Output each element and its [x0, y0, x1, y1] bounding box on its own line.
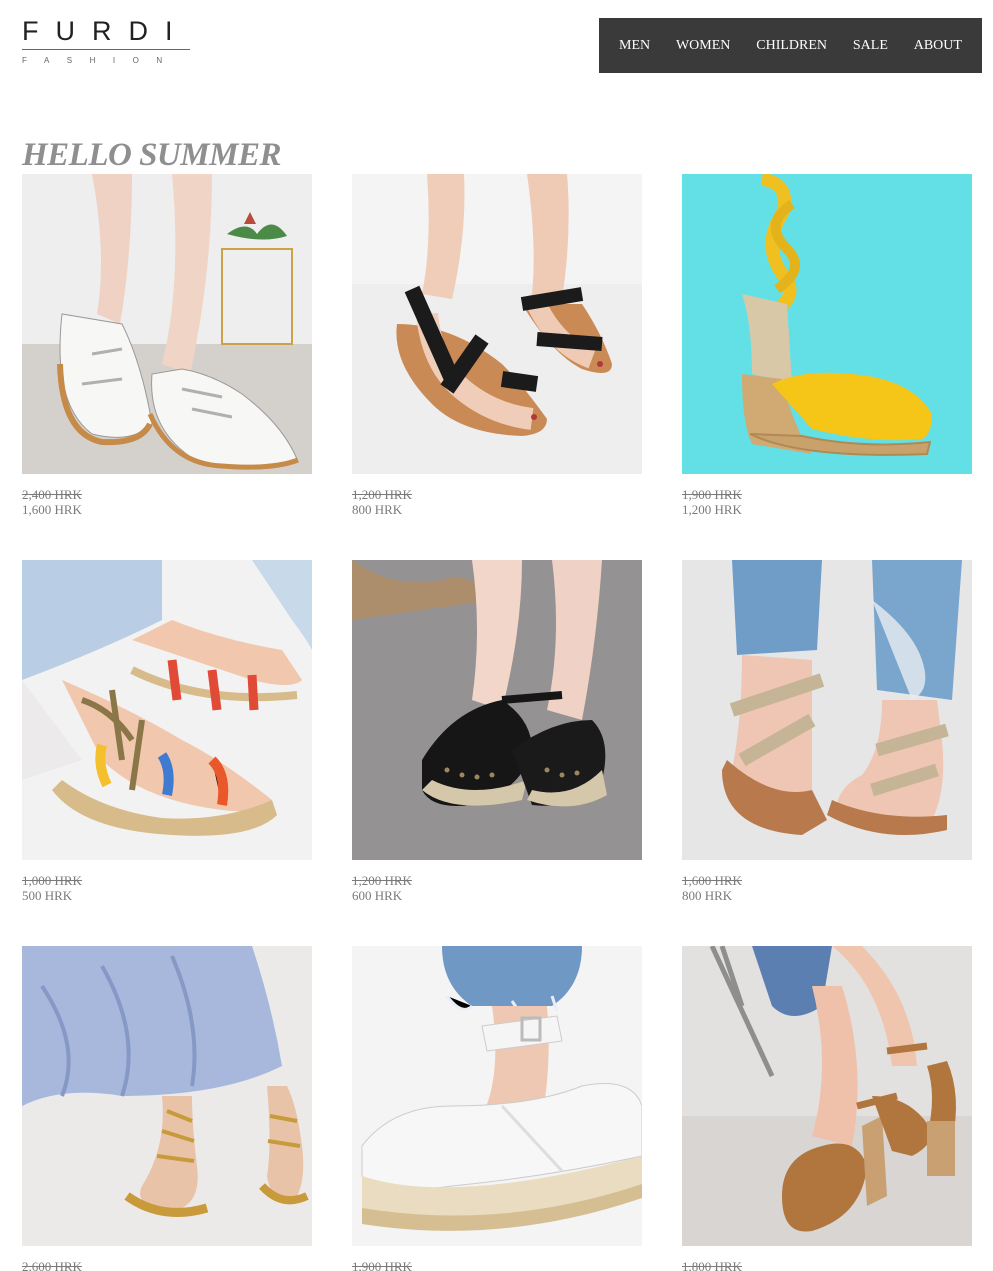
original-price: 2,600 HRK: [22, 1259, 82, 1271]
original-price: 1,000 HRK: [22, 873, 82, 888]
product-card[interactable]: 1,600 HRK 800 HRK: [682, 560, 972, 903]
product-photo-tan-block-heel-sandals[interactable]: [682, 946, 972, 1246]
brand-tagline: FASHION: [22, 56, 180, 65]
nav-item-men[interactable]: MEN: [619, 38, 650, 54]
product-card[interactable]: 1,900 HRK 1,200 HRK: [682, 174, 972, 517]
product-card[interactable]: 1,200 HRK 600 HRK: [352, 560, 642, 903]
sale-price: 1,600 HRK: [22, 502, 82, 517]
original-price: 2,400 HRK: [22, 487, 82, 502]
product-photo-rope-lace-up-sandals[interactable]: [22, 560, 312, 860]
original-price: 1,800 HRK: [682, 1259, 742, 1271]
nav-item-children[interactable]: CHILDREN: [756, 38, 827, 54]
sale-price: 1,200 HRK: [682, 502, 742, 517]
product-photo-black-espadrille-wedge[interactable]: [352, 560, 642, 860]
brand-logo[interactable]: FURDI FASHION: [22, 14, 190, 68]
product-card[interactable]: 1,200 HRK 800 HRK: [352, 174, 642, 517]
original-price: 1,200 HRK: [352, 487, 412, 502]
nav-item-sale[interactable]: SALE: [853, 38, 888, 54]
product-card[interactable]: 1,000 HRK 500 HRK: [22, 560, 312, 903]
product-photo-gold-gladiator-sandals[interactable]: [22, 946, 312, 1246]
product-card[interactable]: 1,900 HRK: [352, 946, 642, 1271]
nav-item-women[interactable]: WOMEN: [676, 38, 730, 54]
original-price: 1,600 HRK: [682, 873, 742, 888]
original-price: 1,900 HRK: [352, 1259, 412, 1271]
original-price: 1,200 HRK: [352, 873, 412, 888]
product-card[interactable]: 2,600 HRK: [22, 946, 312, 1271]
price-block: 2,400 HRK 1,600 HRK: [22, 487, 312, 517]
logo-divider: [22, 49, 190, 50]
price-block: 1,600 HRK 800 HRK: [682, 873, 972, 903]
price-block: 1,000 HRK 500 HRK: [22, 873, 312, 903]
nav-item-about[interactable]: ABOUT: [914, 38, 962, 54]
price-block: 1,900 HRK: [352, 1259, 642, 1271]
page-title: HELLO SUMMER: [22, 137, 281, 173]
product-photo-black-strap-sandals[interactable]: [352, 174, 642, 474]
product-photo-gold-cross-strap-sandals[interactable]: [682, 560, 972, 860]
price-block: 1,200 HRK 800 HRK: [352, 487, 642, 517]
sale-price: 500 HRK: [22, 888, 73, 903]
sale-price: 800 HRK: [682, 888, 733, 903]
brand-name: FURDI: [22, 16, 190, 46]
product-card[interactable]: 2,400 HRK 1,600 HRK: [22, 174, 312, 517]
sale-price: 600 HRK: [352, 888, 403, 903]
original-price: 1,900 HRK: [682, 487, 742, 502]
product-card[interactable]: 1,800 HRK: [682, 946, 972, 1271]
price-block: 1,800 HRK: [682, 1259, 972, 1271]
product-photo-white-leather-flats[interactable]: [22, 174, 312, 474]
product-photo-yellow-espadrille-wedge[interactable]: [682, 174, 972, 474]
price-block: 1,200 HRK 600 HRK: [352, 873, 642, 903]
price-block: 1,900 HRK 1,200 HRK: [682, 487, 972, 517]
product-photo-white-platform-sandals[interactable]: [352, 946, 642, 1246]
price-block: 2,600 HRK: [22, 1259, 312, 1271]
sale-price: 800 HRK: [352, 502, 403, 517]
main-nav: MEN WOMEN CHILDREN SALE ABOUT: [599, 18, 982, 73]
